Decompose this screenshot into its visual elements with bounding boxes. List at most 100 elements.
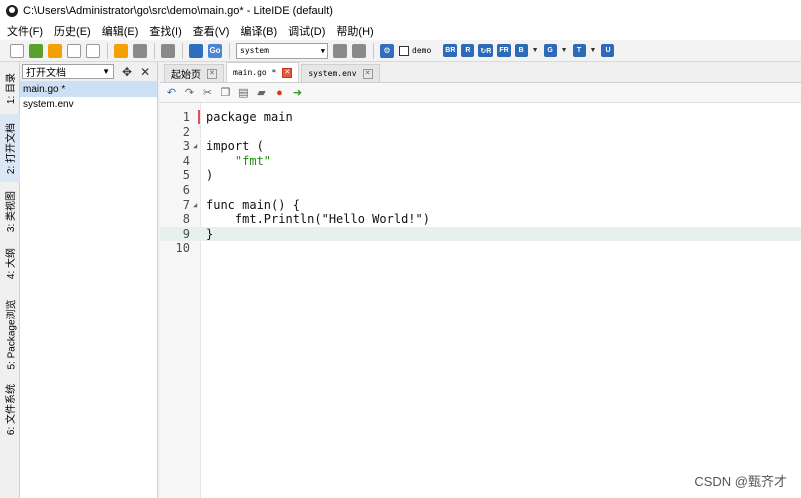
editor-area: 起始页 ✕ main.go * ✕ system.env ✕ ↶ ↷ ✂ ❐ ▤… bbox=[160, 62, 801, 498]
line-number: 8 bbox=[182, 212, 190, 227]
record-icon[interactable]: ● bbox=[273, 86, 286, 99]
title-bar: C:\Users\Administrator\go\src\demo\main.… bbox=[0, 0, 801, 22]
new-project-icon[interactable] bbox=[29, 43, 43, 58]
tab-system-env[interactable]: system.env ✕ bbox=[301, 64, 380, 82]
code-line-current: 9 } bbox=[160, 226, 801, 242]
code-text: fmt.Println("Hello World!") bbox=[206, 212, 430, 227]
run-button[interactable]: R bbox=[461, 44, 475, 57]
code-text: import ( bbox=[206, 139, 264, 154]
menu-file[interactable]: 文件(F) bbox=[7, 23, 43, 39]
tab-main-go[interactable]: main.go * ✕ bbox=[226, 62, 300, 82]
chevron-down-icon: ▼ bbox=[320, 46, 325, 55]
code-text: package main bbox=[206, 110, 293, 124]
open-folder-icon[interactable] bbox=[48, 43, 62, 58]
close-icon[interactable]: ✕ bbox=[362, 68, 373, 79]
side-tab-class-view[interactable]: 3: 类视图 bbox=[0, 186, 20, 236]
save-file-icon[interactable] bbox=[67, 43, 81, 58]
demo-checkbox[interactable] bbox=[399, 45, 409, 56]
undo-icon[interactable]: ↶ bbox=[165, 86, 178, 99]
env-edit-icon[interactable] bbox=[352, 43, 366, 58]
panel-float-icon[interactable]: ✥ bbox=[122, 65, 132, 79]
close-icon[interactable]: ✕ bbox=[207, 68, 217, 79]
code-text: ) bbox=[206, 168, 214, 183]
refresh-icon[interactable] bbox=[333, 43, 347, 58]
menu-help[interactable]: 帮助(H) bbox=[336, 23, 373, 39]
menu-debug[interactable]: 调试(D) bbox=[288, 23, 325, 39]
get-button[interactable]: G bbox=[543, 44, 557, 57]
list-item[interactable]: system.env bbox=[20, 97, 157, 112]
liteide-window: C:\Users\Administrator\go\src\demo\main.… bbox=[0, 0, 801, 498]
back-arrow-icon[interactable] bbox=[114, 43, 128, 58]
tab-label: 起始页 bbox=[171, 70, 201, 81]
redo-icon[interactable]: ↷ bbox=[183, 86, 196, 99]
panel-view-select[interactable]: 打开文档 ▼ bbox=[22, 64, 114, 79]
toolbar-divider bbox=[154, 42, 155, 59]
menu-history[interactable]: 历史(E) bbox=[54, 23, 91, 39]
tools-icon[interactable] bbox=[161, 43, 175, 58]
menu-bar: 文件(F) 历史(E) 编辑(E) 查找(I) 查看(V) 编译(B) 调试(D… bbox=[0, 22, 801, 40]
code-text: } bbox=[206, 226, 214, 241]
chevron-down-icon[interactable]: ▼ bbox=[590, 47, 597, 54]
panel-close-icon[interactable]: ✕ bbox=[140, 65, 150, 79]
list-item[interactable]: main.go * bbox=[20, 82, 157, 97]
forward-arrow-icon[interactable] bbox=[133, 43, 147, 58]
code-line: 4 "fmt" bbox=[160, 154, 801, 169]
godoc-icon[interactable] bbox=[189, 43, 203, 58]
build-config-gear-icon[interactable]: ⚙ bbox=[380, 43, 394, 58]
demo-label: demo bbox=[412, 46, 432, 55]
code-line: 10 bbox=[160, 241, 801, 256]
side-tab-package-browser[interactable]: 5: Package浏览 bbox=[0, 290, 20, 378]
line-number: 10 bbox=[175, 241, 190, 256]
paste-icon[interactable]: ▤ bbox=[237, 86, 250, 99]
menu-edit[interactable]: 编辑(E) bbox=[102, 23, 139, 39]
code-text: "fmt" bbox=[206, 153, 272, 168]
run-term-button[interactable]: ↻R bbox=[478, 44, 494, 57]
line-number: 6 bbox=[182, 183, 190, 197]
menu-build[interactable]: 编译(B) bbox=[240, 23, 277, 39]
code-line: 5 ) bbox=[160, 168, 801, 183]
goto-icon[interactable]: ➜ bbox=[291, 86, 304, 99]
side-tab-directory[interactable]: 1: 目录 bbox=[0, 66, 20, 110]
side-tab-filesystem[interactable]: 6: 文件系统 bbox=[0, 382, 20, 436]
side-tab-bar: 1: 目录 2: 打开文档 3: 类视图 4: 大纲 5: Package浏览 … bbox=[0, 62, 20, 498]
code-text: func main() { bbox=[206, 197, 300, 212]
side-tab-open-documents[interactable]: 2: 打开文档 bbox=[0, 114, 20, 182]
tab-start-page[interactable]: 起始页 ✕ bbox=[164, 64, 224, 82]
chevron-down-icon: ▼ bbox=[102, 67, 110, 76]
fold-arrow-icon[interactable]: ◢ bbox=[193, 198, 197, 213]
line-number: 2 bbox=[182, 124, 190, 139]
line-number: 7 bbox=[182, 197, 190, 212]
liteide-logo-icon bbox=[6, 5, 18, 17]
file-run-button[interactable]: FR bbox=[497, 44, 511, 57]
cut-icon[interactable]: ✂ bbox=[201, 86, 214, 99]
toolbar-divider bbox=[229, 42, 230, 59]
chevron-down-icon[interactable]: ▼ bbox=[561, 47, 568, 54]
code-editor[interactable]: 1 package main 2 3 ◢ import ( 4 "fmt" 5 … bbox=[160, 103, 801, 498]
lock-icon[interactable]: ▰ bbox=[255, 86, 268, 99]
close-icon[interactable]: ✕ bbox=[282, 67, 293, 78]
editor-toolbar: ↶ ↷ ✂ ❐ ▤ ▰ ● ➜ bbox=[160, 83, 801, 103]
code-line: 6 bbox=[160, 183, 801, 198]
fold-arrow-icon[interactable]: ◢ bbox=[193, 139, 197, 154]
line-number: 5 bbox=[182, 168, 190, 183]
editor-tab-bar: 起始页 ✕ main.go * ✕ system.env ✕ bbox=[160, 62, 801, 83]
code-line: 1 package main bbox=[160, 110, 801, 125]
panel-header: 打开文档 ▼ ✥ ✕ bbox=[20, 62, 157, 82]
chevron-down-icon[interactable]: ▼ bbox=[532, 47, 539, 54]
line-number: 4 bbox=[182, 153, 190, 168]
build-run-button[interactable]: BR bbox=[443, 44, 458, 57]
modified-marker bbox=[198, 110, 200, 124]
save-all-icon[interactable] bbox=[86, 43, 100, 58]
copy-icon[interactable]: ❐ bbox=[219, 86, 232, 99]
menu-find[interactable]: 查找(I) bbox=[149, 23, 181, 39]
update-button[interactable]: U bbox=[601, 44, 615, 57]
new-file-icon[interactable] bbox=[10, 43, 24, 58]
build-button[interactable]: B bbox=[514, 44, 528, 57]
test-button[interactable]: T bbox=[572, 44, 586, 57]
go-icon[interactable]: Go bbox=[208, 43, 222, 58]
menu-view[interactable]: 查看(V) bbox=[193, 23, 230, 39]
window-title: C:\Users\Administrator\go\src\demo\main.… bbox=[23, 5, 333, 17]
env-select[interactable]: system ▼ bbox=[236, 42, 328, 59]
side-tab-outline[interactable]: 4: 大纲 bbox=[0, 240, 20, 286]
main-toolbar: Go system ▼ ⚙ demo BR R ↻R FR B ▼ G ▼ T … bbox=[0, 40, 801, 62]
